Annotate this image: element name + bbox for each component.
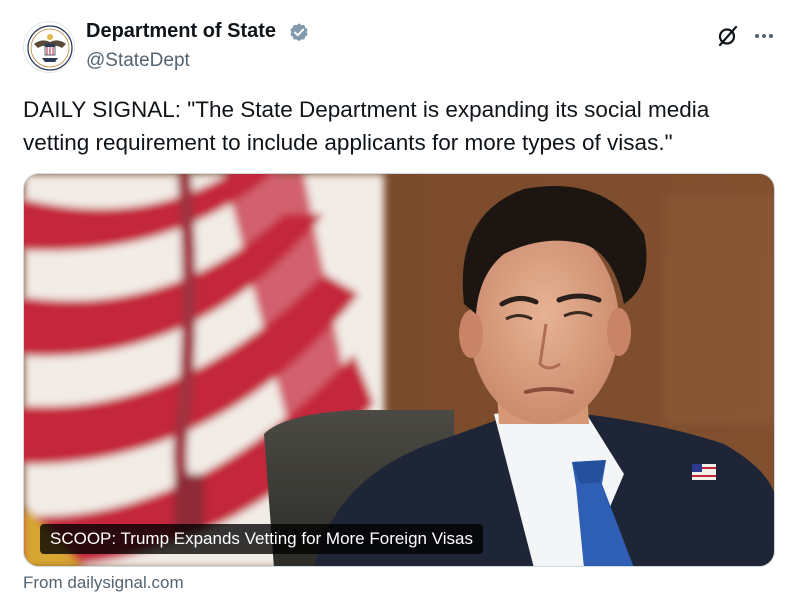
state-department-seal-icon xyxy=(25,23,74,72)
link-card-headline: SCOOP: Trump Expands Vetting for More Fo… xyxy=(40,524,483,554)
tweet-header: Department of State @StateDept xyxy=(0,0,800,90)
verified-badge-icon xyxy=(290,23,308,42)
more-options-icon[interactable] xyxy=(752,25,776,47)
tweet-text: DAILY SIGNAL: "The State Department is e… xyxy=(23,97,710,155)
display-name[interactable]: Department of State xyxy=(86,20,276,43)
link-card[interactable]: SCOOP: Trump Expands Vetting for More Fo… xyxy=(23,173,775,567)
handle[interactable]: @StateDept xyxy=(86,50,190,72)
link-card-image xyxy=(24,174,774,566)
avatar[interactable] xyxy=(23,21,75,73)
link-source[interactable]: From dailysignal.com xyxy=(23,573,184,593)
grok-icon[interactable] xyxy=(716,24,740,48)
